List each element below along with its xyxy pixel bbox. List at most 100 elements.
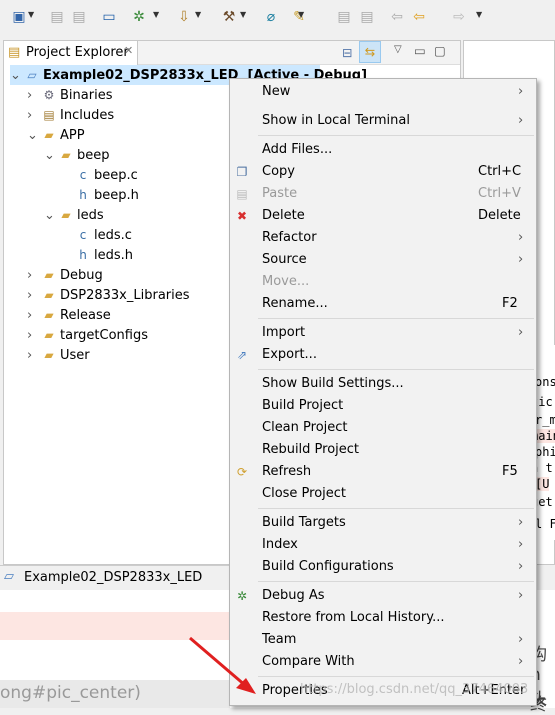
build-hammer-icon[interactable]: ⚒: [220, 8, 238, 26]
dropdown-arrow-icon[interactable]: ▼: [195, 10, 201, 19]
tree-item[interactable]: › ▰ DSP2833x_Libraries: [27, 285, 190, 305]
submenu-arrow-icon: ›: [518, 559, 524, 574]
tree-item[interactable]: › ▰ User: [27, 345, 90, 365]
tree-item[interactable]: c leds.c: [61, 225, 132, 245]
save-icon[interactable]: ▤: [48, 8, 66, 26]
menu-item-label: Export...: [262, 347, 317, 362]
tree-item[interactable]: › ▰ Debug: [27, 265, 103, 285]
tab-project-explorer[interactable]: ▤ Project Explorer ✕: [4, 41, 138, 65]
collapse-all-icon[interactable]: ⊟: [342, 45, 352, 60]
back-arrow-icon[interactable]: ⇦: [410, 8, 428, 26]
ccs-project-icon: ▱: [4, 569, 14, 584]
tree-item-label: DSP2833x_Libraries: [60, 288, 190, 303]
tree-item[interactable]: c beep.c: [61, 165, 138, 185]
dropdown-arrow-icon[interactable]: ▼: [153, 10, 159, 19]
new-icon[interactable]: ▣: [10, 8, 28, 26]
tree-item[interactable]: › ▰ targetConfigs: [27, 325, 148, 345]
menu-item-compare-with[interactable]: Compare With ›: [230, 651, 536, 673]
menu-item-refresh[interactable]: ⟳ Refresh F5: [230, 461, 536, 483]
menu-item-export[interactable]: ⇗ Export...: [230, 344, 536, 366]
menu-item-clean-project[interactable]: Clean Project: [230, 417, 536, 439]
search-icon[interactable]: ⌀: [262, 8, 280, 26]
menu-item-paste[interactable]: ▤ Paste Ctrl+V: [230, 183, 536, 205]
next-annotation-icon[interactable]: ▤: [358, 8, 376, 26]
includes-icon: ▤: [43, 108, 55, 122]
chevron-right-icon[interactable]: ›: [27, 86, 41, 106]
close-icon[interactable]: ✕: [124, 44, 133, 57]
menu-item-label: Show Build Settings...: [262, 376, 404, 391]
forward-arrow-icon[interactable]: ⇨: [450, 8, 468, 26]
chevron-right-icon[interactable]: ›: [27, 106, 41, 126]
tree-item[interactable]: h leds.h: [61, 245, 133, 265]
menu-item-label: Close Project: [262, 486, 347, 501]
chevron-down-icon[interactable]: ⌄: [44, 206, 58, 226]
dropdown-arrow-icon[interactable]: ▼: [298, 10, 304, 19]
refresh-icon: ⟳: [236, 465, 248, 479]
menu-item-label: Clean Project: [262, 420, 348, 435]
menu-item-rename[interactable]: Rename... F2: [230, 293, 536, 315]
tree-item-label: beep.h: [94, 188, 139, 203]
chevron-down-icon[interactable]: ⌄: [10, 66, 24, 86]
shortcut-label: Delete: [478, 208, 521, 223]
menu-item-delete[interactable]: ✖ Delete Delete: [230, 205, 536, 227]
tree-item[interactable]: › ⚙ Binaries: [27, 85, 112, 105]
tree-item[interactable]: › ▤ Includes: [27, 105, 114, 125]
maximize-icon[interactable]: ▢: [434, 43, 446, 58]
menu-item-label: Restore from Local History...: [262, 610, 445, 625]
view-menu-icon[interactable]: ▽: [394, 44, 402, 55]
menu-item-build-targets[interactable]: Build Targets ›: [230, 512, 536, 534]
menu-item-team[interactable]: Team ›: [230, 629, 536, 651]
chevron-down-icon[interactable]: ⌄: [27, 126, 41, 146]
tree-item-label: Release: [60, 308, 111, 323]
chevron-right-icon[interactable]: ›: [27, 346, 41, 366]
dropdown-arrow-icon[interactable]: ▼: [28, 10, 34, 19]
menu-item-label: Refactor: [262, 230, 317, 245]
menu-item-source[interactable]: Source ›: [230, 249, 536, 271]
menu-item-new[interactable]: New ›: [230, 81, 536, 103]
tree-item[interactable]: ⌄ ▰ leds: [44, 205, 104, 225]
menu-item-add-files[interactable]: Add Files...: [230, 139, 536, 161]
debug-icon[interactable]: ✲: [130, 8, 148, 26]
menu-item-index[interactable]: Index ›: [230, 534, 536, 556]
menu-item-restore-from-local-history[interactable]: Restore from Local History...: [230, 607, 536, 629]
menu-item-build-project[interactable]: Build Project: [230, 395, 536, 417]
menu-item-build-configurations[interactable]: Build Configurations ›: [230, 556, 536, 578]
tree-item[interactable]: ⌄ ▰ beep: [44, 145, 110, 165]
chevron-right-icon[interactable]: ›: [27, 266, 41, 286]
menu-item-rebuild-project[interactable]: Rebuild Project: [230, 439, 536, 461]
submenu-arrow-icon: ›: [518, 252, 524, 267]
import-icon[interactable]: ⇩: [175, 8, 193, 26]
terminal-icon[interactable]: ▭: [100, 8, 118, 26]
chevron-right-icon[interactable]: ›: [27, 306, 41, 326]
menu-separator: [258, 581, 534, 582]
tree-item[interactable]: h beep.h: [61, 185, 139, 205]
menu-item-refactor[interactable]: Refactor ›: [230, 227, 536, 249]
menu-item-label: Add Files...: [262, 142, 333, 157]
menu-item-show-build-settings[interactable]: Show Build Settings...: [230, 373, 536, 395]
back-history-icon[interactable]: ⇦: [388, 8, 406, 26]
chevron-right-icon[interactable]: ›: [27, 286, 41, 306]
save-all-icon[interactable]: ▤: [70, 8, 88, 26]
menu-item-copy[interactable]: ❐ Copy Ctrl+C: [230, 161, 536, 183]
tree-item[interactable]: ⌄ ▰ APP: [27, 125, 85, 145]
menu-item-close-project[interactable]: Close Project: [230, 483, 536, 505]
minimize-icon[interactable]: ▭: [414, 43, 426, 58]
chevron-down-icon[interactable]: ⌄: [44, 146, 58, 166]
dropdown-arrow-icon[interactable]: ▼: [240, 10, 246, 19]
main-toolbar: ▣ ▤ ▤ ▭ ✲ ⇩ ⚒ ⌀ ✎ ▤ ▤ ⇦ ⇦ ⇨ ▼ ▼ ▼ ▼ ▼ ▼: [0, 0, 555, 34]
dropdown-arrow-icon[interactable]: ▼: [476, 10, 482, 19]
copy-icon: ❐: [236, 165, 248, 179]
prev-edit-icon[interactable]: ▤: [335, 8, 353, 26]
tree-item[interactable]: › ▰ Release: [27, 305, 111, 325]
menu-item-move[interactable]: Move...: [230, 271, 536, 293]
menu-item-debug-as[interactable]: ✲ Debug As ›: [230, 585, 536, 607]
submenu-arrow-icon: ›: [518, 588, 524, 603]
chevron-right-icon[interactable]: ›: [27, 326, 41, 346]
folder-icon: ▰: [61, 208, 71, 222]
menu-item-import[interactable]: Import ›: [230, 322, 536, 344]
menu-item-show-in-local-terminal[interactable]: Show in Local Terminal ›: [230, 110, 536, 132]
folder-icon: ▰: [44, 128, 54, 142]
watermark: https://blog.csdn.net/qq_37464003: [300, 682, 529, 697]
submenu-arrow-icon: ›: [518, 230, 524, 245]
link-with-editor-icon[interactable]: ⇆: [359, 41, 381, 63]
